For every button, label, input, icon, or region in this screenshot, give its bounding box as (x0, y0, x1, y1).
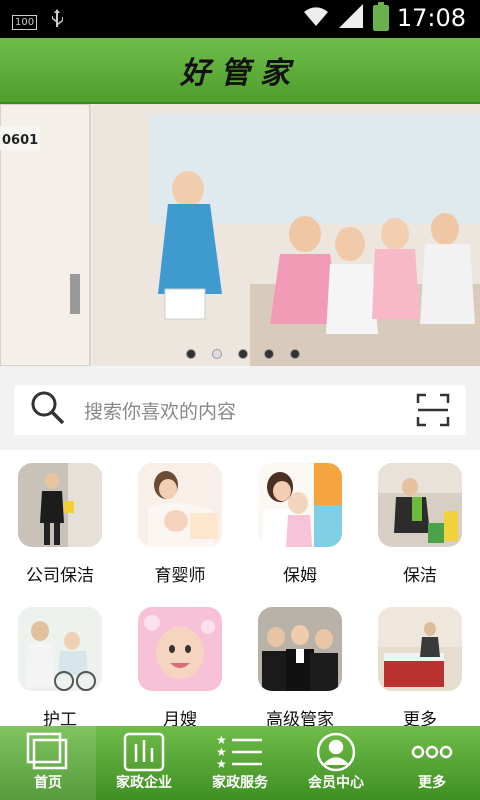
carousel-dot-active[interactable] (212, 349, 222, 359)
signal-icon (338, 4, 365, 32)
service-childcare[interactable]: 育婴师 (120, 463, 240, 586)
service-caregiver[interactable]: 护工 (0, 607, 120, 730)
search-input[interactable]: 搜索你喜欢的内容 (14, 385, 466, 435)
tab-services[interactable]: ★ ★ ★ 家政服务 (192, 726, 288, 800)
search-icon[interactable] (30, 390, 66, 430)
tab-label: 更多 (418, 775, 446, 791)
service-company-cleaning[interactable]: 公司保洁 (0, 463, 120, 586)
service-more[interactable]: 更多 (360, 607, 480, 730)
tab-member-center[interactable]: 会员中心 (288, 726, 384, 800)
battery-icon (372, 2, 389, 31)
service-maternity-image (138, 607, 222, 691)
list-icon: ★ ★ ★ (216, 726, 264, 776)
service-label: 保洁 (403, 566, 437, 586)
svg-text:★: ★ (216, 757, 227, 771)
service-nanny-image (258, 463, 342, 547)
app-header: 好管家 (0, 38, 480, 104)
home-icon (26, 726, 70, 776)
service-childcare-image (138, 463, 222, 547)
bottom-tab-bar: 首页 家政企业 ★ ★ ★ 家政服务 会员中心 更多 (0, 726, 480, 800)
usb-icon (49, 9, 65, 35)
carousel-dot[interactable] (264, 349, 274, 359)
banner-image: 0601 (0, 104, 480, 366)
battery-percent-icon: 100 (12, 14, 38, 30)
service-label: 保姆 (283, 566, 317, 586)
tab-label: 首页 (34, 775, 62, 791)
service-label: 公司保洁 (26, 566, 94, 586)
service-nanny[interactable]: 保姆 (240, 463, 360, 586)
user-icon (314, 726, 358, 776)
carousel-dot[interactable] (238, 349, 248, 359)
chart-icon (122, 726, 166, 776)
carousel-dot[interactable] (290, 349, 300, 359)
clock: 17:08 (396, 4, 466, 32)
tab-more[interactable]: 更多 (384, 726, 480, 800)
search-area: 搜索你喜欢的内容 (0, 366, 480, 450)
service-grid: 公司保洁 育婴师 保姆 保洁 护工 月嫂 高级管家 更多 (0, 450, 480, 730)
tab-label: 家政服务 (212, 775, 268, 791)
door-number: 0601 (2, 133, 38, 148)
banner-carousel[interactable]: 0601 (0, 104, 480, 366)
service-caregiver-image (18, 607, 102, 691)
service-senior-housekeeper-image (258, 607, 342, 691)
status-bar: 100 17:08 (0, 0, 480, 38)
wifi-icon (301, 4, 331, 32)
service-cleaning[interactable]: 保洁 (360, 463, 480, 586)
search-placeholder: 搜索你喜欢的内容 (84, 400, 237, 423)
more-icon (410, 726, 454, 776)
service-cleaning-image (378, 463, 462, 547)
service-more-image (378, 607, 462, 691)
app-title: 好管家 (180, 56, 300, 91)
service-company-cleaning-image (18, 463, 102, 547)
service-maternity[interactable]: 月嫂 (120, 607, 240, 730)
service-label: 育婴师 (154, 566, 206, 586)
carousel-dot[interactable] (186, 349, 196, 359)
tab-home[interactable]: 首页 (0, 726, 96, 800)
tab-companies[interactable]: 家政企业 (96, 726, 192, 800)
scan-icon[interactable] (416, 393, 450, 427)
carousel-dots (186, 349, 300, 359)
service-senior-housekeeper[interactable]: 高级管家 (240, 607, 360, 730)
tab-label: 会员中心 (308, 775, 364, 791)
tab-label: 家政企业 (116, 775, 172, 791)
